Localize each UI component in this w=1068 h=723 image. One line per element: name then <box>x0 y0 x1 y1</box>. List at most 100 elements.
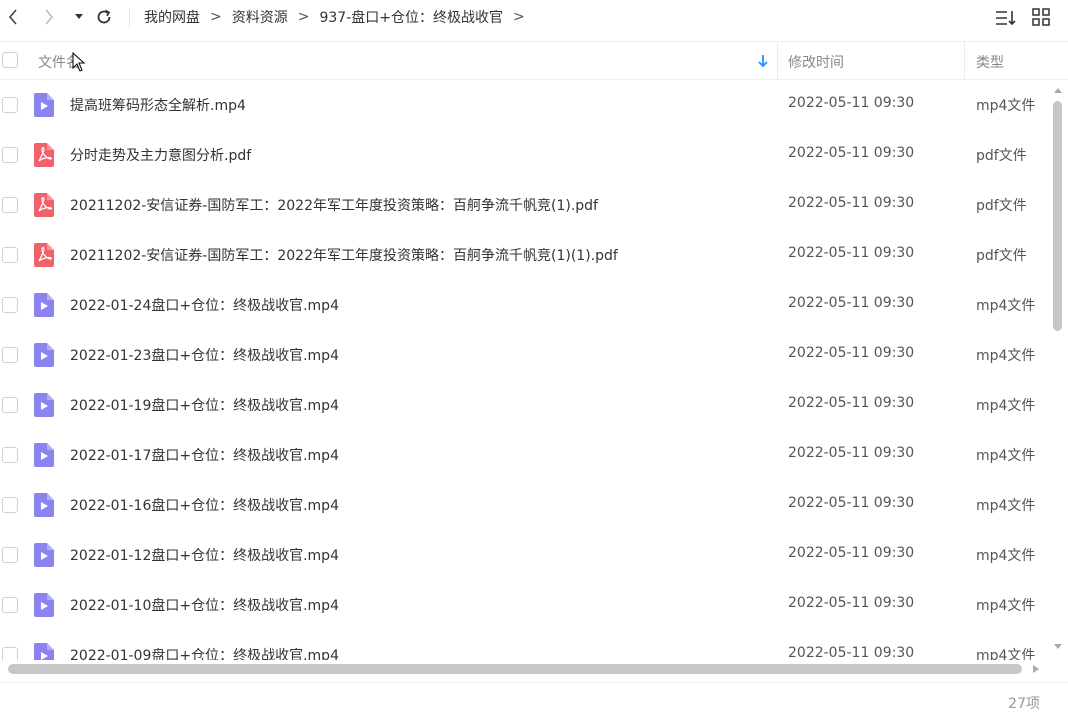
file-row[interactable]: 分时走势及主力意图分析.pdf 2022-05-11 09:30 pdf文件 <box>0 130 1048 180</box>
column-header-modified[interactable]: 修改时间 <box>788 52 844 72</box>
file-name[interactable]: 20211202-安信证券-国防军工：2022年军工年度投资策略：百舸争流千帆竞… <box>70 245 618 265</box>
video-file-icon <box>34 343 54 367</box>
file-row[interactable]: 2022-01-12盘口+仓位：终极战收官.mp4 2022-05-11 09:3… <box>0 530 1048 580</box>
column-divider[interactable] <box>964 42 965 80</box>
file-type: mp4文件 <box>976 98 1036 114</box>
file-name[interactable]: 2022-01-16盘口+仓位：终极战收官.mp4 <box>70 495 339 515</box>
refresh-icon <box>97 9 111 24</box>
file-name[interactable]: 2022-01-19盘口+仓位：终极战收官.mp4 <box>70 395 339 415</box>
sort-button[interactable] <box>995 8 1016 28</box>
breadcrumb: 我的网盘 > 资料资源 > 937-盘口+仓位：终极战收官 > <box>144 7 535 27</box>
video-file-icon <box>34 543 54 567</box>
file-list: 提高班筹码形态全解析.mp4 2022-05-11 09:30 mp4文件 分时走势及… <box>0 80 1048 660</box>
file-row[interactable]: 20211202-安信证券-国防军工：2022年军工年度投资策略：百舸争流千帆竞… <box>0 230 1048 280</box>
file-name[interactable]: 分时走势及主力意图分析.pdf <box>70 145 251 165</box>
file-modified-time: 2022-05-11 09:30 <box>788 595 915 611</box>
file-modified-time: 2022-05-11 09:30 <box>788 645 915 660</box>
file-type: mp4文件 <box>976 298 1036 314</box>
history-dropdown-button[interactable] <box>68 6 90 28</box>
video-file-icon <box>34 643 54 660</box>
row-checkbox[interactable] <box>2 347 18 363</box>
file-row[interactable]: 2022-01-23盘口+仓位：终极战收官.mp4 2022-05-11 09:3… <box>0 330 1048 380</box>
row-checkbox[interactable] <box>2 297 18 313</box>
video-file-icon <box>34 393 54 417</box>
chevron-left-icon <box>8 9 17 25</box>
toolbar-divider <box>129 8 130 28</box>
file-row[interactable]: 2022-01-17盘口+仓位：终极战收官.mp4 2022-05-11 09:3… <box>0 430 1048 480</box>
file-modified-time: 2022-05-11 09:30 <box>788 245 915 261</box>
vertical-scrollbar[interactable] <box>1051 86 1065 651</box>
video-file-icon <box>34 493 54 517</box>
file-name[interactable]: 2022-01-17盘口+仓位：终极战收官.mp4 <box>70 445 339 465</box>
chevron-right-icon <box>45 9 54 25</box>
row-checkbox[interactable] <box>2 647 18 660</box>
file-modified-time: 2022-05-11 09:30 <box>788 195 915 211</box>
file-type: mp4文件 <box>976 398 1036 414</box>
sort-list-icon <box>996 11 1016 26</box>
breadcrumb-item-resources[interactable]: 资料资源 <box>232 7 288 27</box>
file-row[interactable]: 2022-01-10盘口+仓位：终极战收官.mp4 2022-05-11 09:3… <box>0 580 1048 630</box>
file-modified-time: 2022-05-11 09:30 <box>788 145 915 161</box>
row-checkbox[interactable] <box>2 597 18 613</box>
row-checkbox[interactable] <box>2 447 18 463</box>
file-name[interactable]: 2022-01-09盘口+仓位：终极战收官.mp4 <box>70 645 339 660</box>
file-type: pdf文件 <box>976 148 1027 164</box>
file-modified-time: 2022-05-11 09:30 <box>788 395 915 411</box>
file-name[interactable]: 2022-01-24盘口+仓位：终极战收官.mp4 <box>70 295 339 315</box>
file-type: mp4文件 <box>976 598 1036 614</box>
sort-arrow-icon <box>758 55 768 68</box>
vertical-scroll-thumb[interactable] <box>1053 101 1062 331</box>
file-row[interactable]: 20211202-安信证券-国防军工：2022年军工年度投资策略：百舸争流千帆竞… <box>0 180 1048 230</box>
file-name[interactable]: 2022-01-23盘口+仓位：终极战收官.mp4 <box>70 345 339 365</box>
row-checkbox[interactable] <box>2 547 18 563</box>
row-checkbox[interactable] <box>2 247 18 263</box>
file-modified-time: 2022-05-11 09:30 <box>788 295 915 311</box>
scroll-down-icon[interactable] <box>1053 643 1063 651</box>
item-count: 27项 <box>1008 696 1040 712</box>
video-file-icon <box>34 593 54 617</box>
scroll-up-icon[interactable] <box>1053 86 1063 94</box>
file-row[interactable]: 2022-01-16盘口+仓位：终极战收官.mp4 2022-05-11 09:3… <box>0 480 1048 530</box>
select-all-checkbox[interactable] <box>2 52 18 68</box>
file-name[interactable]: 20211202-安信证券-国防军工：2022年军工年度投资策略：百舸争流千帆竞… <box>70 195 598 215</box>
file-modified-time: 2022-05-11 09:30 <box>788 95 915 111</box>
pdf-file-icon <box>34 243 54 267</box>
row-checkbox[interactable] <box>2 97 18 113</box>
file-name[interactable]: 2022-01-12盘口+仓位：终极战收官.mp4 <box>70 545 339 565</box>
grid-view-icon <box>1032 8 1050 26</box>
horizontal-scroll-thumb[interactable] <box>8 664 1022 674</box>
row-checkbox[interactable] <box>2 497 18 513</box>
file-type: mp4文件 <box>976 448 1036 464</box>
column-header-type[interactable]: 类型 <box>976 52 1004 72</box>
row-checkbox[interactable] <box>2 397 18 413</box>
grid-view-button[interactable] <box>1032 8 1052 28</box>
breadcrumb-separator: > <box>210 9 222 25</box>
file-name[interactable]: 提高班筹码形态全解析.mp4 <box>70 95 246 115</box>
file-row[interactable]: 2022-01-19盘口+仓位：终极战收官.mp4 2022-05-11 09:3… <box>0 380 1048 430</box>
file-type: mp4文件 <box>976 648 1036 660</box>
refresh-button[interactable] <box>93 6 115 28</box>
file-row[interactable]: 2022-01-24盘口+仓位：终极战收官.mp4 2022-05-11 09:3… <box>0 280 1048 330</box>
breadcrumb-item-my-drive[interactable]: 我的网盘 <box>144 7 200 27</box>
column-divider[interactable] <box>777 42 778 80</box>
horizontal-scrollbar[interactable] <box>0 660 1048 678</box>
video-file-icon <box>34 93 54 117</box>
scroll-right-icon[interactable] <box>1032 664 1040 674</box>
toolbar: 我的网盘 > 资料资源 > 937-盘口+仓位：终极战收官 > <box>0 0 1068 38</box>
status-bar: 27项 <box>0 682 1068 723</box>
row-checkbox[interactable] <box>2 197 18 213</box>
video-file-icon <box>34 293 54 317</box>
row-checkbox[interactable] <box>2 147 18 163</box>
breadcrumb-item-current-folder[interactable]: 937-盘口+仓位：终极战收官 <box>319 7 503 27</box>
file-modified-time: 2022-05-11 09:30 <box>788 545 915 561</box>
back-button[interactable] <box>2 6 24 28</box>
file-modified-time: 2022-05-11 09:30 <box>788 445 915 461</box>
caret-down-icon <box>75 14 83 19</box>
file-type: pdf文件 <box>976 248 1027 264</box>
forward-button[interactable] <box>38 6 60 28</box>
file-name[interactable]: 2022-01-10盘口+仓位：终极战收官.mp4 <box>70 595 339 615</box>
breadcrumb-separator: > <box>297 9 310 25</box>
pdf-file-icon <box>34 143 54 167</box>
file-row[interactable]: 2022-01-09盘口+仓位：终极战收官.mp4 2022-05-11 09:3… <box>0 630 1048 660</box>
file-row[interactable]: 提高班筹码形态全解析.mp4 2022-05-11 09:30 mp4文件 <box>0 80 1048 130</box>
